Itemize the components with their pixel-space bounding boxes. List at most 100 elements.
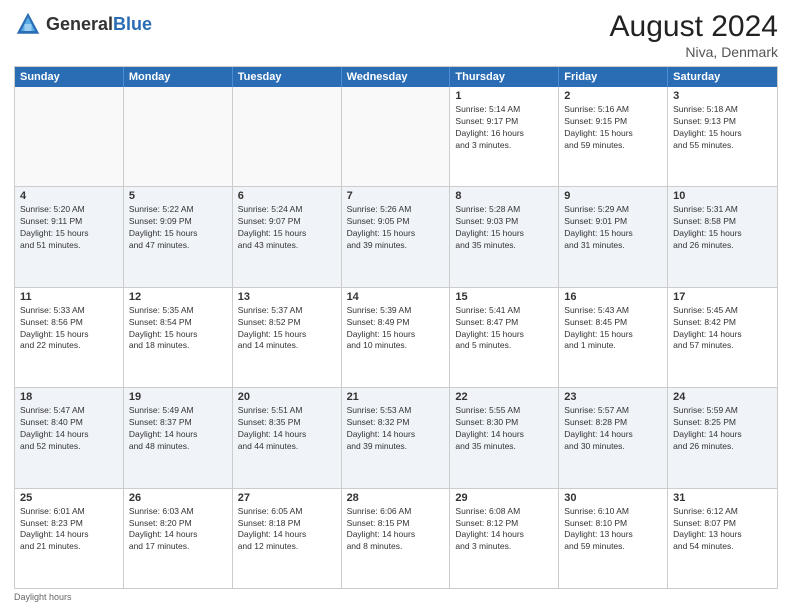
calendar-cell: 8 Sunrise: 5:28 AM Sunset: 9:03 PM Daylig… bbox=[450, 187, 559, 286]
calendar-cell bbox=[342, 87, 451, 186]
day-info: Sunrise: 6:03 AM Sunset: 8:20 PM Dayligh… bbox=[129, 506, 227, 554]
day-info: Sunrise: 5:18 AM Sunset: 9:13 PM Dayligh… bbox=[673, 104, 772, 152]
day-number: 4 bbox=[20, 190, 118, 202]
day-number: 30 bbox=[564, 492, 662, 504]
day-info: Sunrise: 5:43 AM Sunset: 8:45 PM Dayligh… bbox=[564, 305, 662, 353]
day-number: 17 bbox=[673, 291, 772, 303]
day-info: Sunrise: 5:39 AM Sunset: 8:49 PM Dayligh… bbox=[347, 305, 445, 353]
location: Niva, Denmark bbox=[610, 44, 778, 60]
calendar-row: 4 Sunrise: 5:20 AM Sunset: 9:11 PM Daylig… bbox=[15, 187, 777, 287]
day-number: 20 bbox=[238, 391, 336, 403]
day-number: 25 bbox=[20, 492, 118, 504]
day-number: 14 bbox=[347, 291, 445, 303]
day-number: 23 bbox=[564, 391, 662, 403]
day-number: 12 bbox=[129, 291, 227, 303]
calendar-cell: 24Sunrise: 5:59 AM Sunset: 8:25 PM Dayli… bbox=[668, 388, 777, 487]
calendar-cell: 31Sunrise: 6:12 AM Sunset: 8:07 PM Dayli… bbox=[668, 489, 777, 588]
calendar-header: SundayMondayTuesdayWednesdayThursdayFrid… bbox=[15, 67, 777, 87]
calendar-cell: 21 Sunrise: 5:53 AM Sunset: 8:32 PM Dayli… bbox=[342, 388, 451, 487]
calendar-cell: 14 Sunrise: 5:39 AM Sunset: 8:49 PM Dayli… bbox=[342, 288, 451, 387]
day-info: Sunrise: 6:05 AM Sunset: 8:18 PM Dayligh… bbox=[238, 506, 336, 554]
month-year: August 2024 bbox=[610, 10, 778, 44]
calendar-cell: 12 Sunrise: 5:35 AM Sunset: 8:54 PM Dayli… bbox=[124, 288, 233, 387]
calendar-cell: 23Sunrise: 5:57 AM Sunset: 8:28 PM Dayli… bbox=[559, 388, 668, 487]
day-info: Sunrise: 5:31 AM Sunset: 8:58 PM Dayligh… bbox=[673, 204, 772, 252]
day-number: 22 bbox=[455, 391, 553, 403]
day-info: Sunrise: 5:55 AM Sunset: 8:30 PM Dayligh… bbox=[455, 405, 553, 453]
calendar-cell bbox=[233, 87, 342, 186]
title-block: August 2024 Niva, Denmark bbox=[610, 10, 778, 60]
calendar-cell: 28Sunrise: 6:06 AM Sunset: 8:15 PM Dayli… bbox=[342, 489, 451, 588]
day-number: 8 bbox=[455, 190, 553, 202]
calendar-cell: 22 Sunrise: 5:55 AM Sunset: 8:30 PM Dayli… bbox=[450, 388, 559, 487]
calendar-cell bbox=[124, 87, 233, 186]
day-number: 11 bbox=[20, 291, 118, 303]
logo: GeneralBlue bbox=[14, 10, 152, 38]
day-info: Sunrise: 5:45 AM Sunset: 8:42 PM Dayligh… bbox=[673, 305, 772, 353]
day-number: 15 bbox=[455, 291, 553, 303]
day-info: Sunrise: 5:22 AM Sunset: 9:09 PM Dayligh… bbox=[129, 204, 227, 252]
weekday-header-wednesday: Wednesday bbox=[342, 67, 451, 87]
day-number: 1 bbox=[455, 90, 553, 102]
day-info: Sunrise: 6:10 AM Sunset: 8:10 PM Dayligh… bbox=[564, 506, 662, 554]
day-info: Sunrise: 5:24 AM Sunset: 9:07 PM Dayligh… bbox=[238, 204, 336, 252]
calendar-cell: 6 Sunrise: 5:24 AM Sunset: 9:07 PM Daylig… bbox=[233, 187, 342, 286]
calendar-cell: 1 Sunrise: 5:14 AM Sunset: 9:17 PM Daylig… bbox=[450, 87, 559, 186]
day-number: 13 bbox=[238, 291, 336, 303]
calendar-cell: 27 Sunrise: 6:05 AM Sunset: 8:18 PM Dayli… bbox=[233, 489, 342, 588]
day-number: 16 bbox=[564, 291, 662, 303]
day-number: 2 bbox=[564, 90, 662, 102]
calendar-cell: 11 Sunrise: 5:33 AM Sunset: 8:56 PM Dayli… bbox=[15, 288, 124, 387]
logo-general: GeneralBlue bbox=[46, 14, 152, 34]
calendar-cell: 9Sunrise: 5:29 AM Sunset: 9:01 PM Daylig… bbox=[559, 187, 668, 286]
day-info: Sunrise: 6:01 AM Sunset: 8:23 PM Dayligh… bbox=[20, 506, 118, 554]
day-info: Sunrise: 5:35 AM Sunset: 8:54 PM Dayligh… bbox=[129, 305, 227, 353]
calendar: SundayMondayTuesdayWednesdayThursdayFrid… bbox=[14, 66, 778, 589]
day-info: Sunrise: 5:53 AM Sunset: 8:32 PM Dayligh… bbox=[347, 405, 445, 453]
calendar-row: 18Sunrise: 5:47 AM Sunset: 8:40 PM Dayli… bbox=[15, 388, 777, 488]
day-info: Sunrise: 6:06 AM Sunset: 8:15 PM Dayligh… bbox=[347, 506, 445, 554]
day-number: 21 bbox=[347, 391, 445, 403]
day-number: 6 bbox=[238, 190, 336, 202]
day-number: 10 bbox=[673, 190, 772, 202]
day-number: 5 bbox=[129, 190, 227, 202]
logo-icon bbox=[14, 10, 42, 38]
calendar-cell: 3 Sunrise: 5:18 AM Sunset: 9:13 PM Daylig… bbox=[668, 87, 777, 186]
day-info: Sunrise: 5:20 AM Sunset: 9:11 PM Dayligh… bbox=[20, 204, 118, 252]
weekday-header-saturday: Saturday bbox=[668, 67, 777, 87]
day-info: Sunrise: 5:41 AM Sunset: 8:47 PM Dayligh… bbox=[455, 305, 553, 353]
calendar-body: 1 Sunrise: 5:14 AM Sunset: 9:17 PM Daylig… bbox=[15, 87, 777, 588]
calendar-cell: 19 Sunrise: 5:49 AM Sunset: 8:37 PM Dayli… bbox=[124, 388, 233, 487]
day-number: 19 bbox=[129, 391, 227, 403]
day-info: Sunrise: 5:14 AM Sunset: 9:17 PM Dayligh… bbox=[455, 104, 553, 152]
day-info: Sunrise: 5:26 AM Sunset: 9:05 PM Dayligh… bbox=[347, 204, 445, 252]
day-info: Sunrise: 5:49 AM Sunset: 8:37 PM Dayligh… bbox=[129, 405, 227, 453]
weekday-header-thursday: Thursday bbox=[450, 67, 559, 87]
calendar-cell: 16 Sunrise: 5:43 AM Sunset: 8:45 PM Dayli… bbox=[559, 288, 668, 387]
calendar-cell: 20 Sunrise: 5:51 AM Sunset: 8:35 PM Dayli… bbox=[233, 388, 342, 487]
day-info: Sunrise: 5:28 AM Sunset: 9:03 PM Dayligh… bbox=[455, 204, 553, 252]
page: GeneralBlue August 2024 Niva, Denmark Su… bbox=[0, 0, 792, 612]
weekday-header-tuesday: Tuesday bbox=[233, 67, 342, 87]
day-number: 26 bbox=[129, 492, 227, 504]
day-info: Sunrise: 5:51 AM Sunset: 8:35 PM Dayligh… bbox=[238, 405, 336, 453]
calendar-cell: 7Sunrise: 5:26 AM Sunset: 9:05 PM Daylig… bbox=[342, 187, 451, 286]
calendar-cell: 18Sunrise: 5:47 AM Sunset: 8:40 PM Dayli… bbox=[15, 388, 124, 487]
day-number: 3 bbox=[673, 90, 772, 102]
calendar-cell: 25 Sunrise: 6:01 AM Sunset: 8:23 PM Dayli… bbox=[15, 489, 124, 588]
day-info: Sunrise: 5:33 AM Sunset: 8:56 PM Dayligh… bbox=[20, 305, 118, 353]
calendar-cell: 5 Sunrise: 5:22 AM Sunset: 9:09 PM Daylig… bbox=[124, 187, 233, 286]
calendar-cell bbox=[15, 87, 124, 186]
day-number: 27 bbox=[238, 492, 336, 504]
day-number: 9 bbox=[564, 190, 662, 202]
calendar-row: 11 Sunrise: 5:33 AM Sunset: 8:56 PM Dayli… bbox=[15, 288, 777, 388]
day-info: Sunrise: 6:08 AM Sunset: 8:12 PM Dayligh… bbox=[455, 506, 553, 554]
weekday-header-friday: Friday bbox=[559, 67, 668, 87]
calendar-cell: 10 Sunrise: 5:31 AM Sunset: 8:58 PM Dayli… bbox=[668, 187, 777, 286]
calendar-row: 1 Sunrise: 5:14 AM Sunset: 9:17 PM Daylig… bbox=[15, 87, 777, 187]
calendar-cell: 26 Sunrise: 6:03 AM Sunset: 8:20 PM Dayli… bbox=[124, 489, 233, 588]
calendar-cell: 30 Sunrise: 6:10 AM Sunset: 8:10 PM Dayli… bbox=[559, 489, 668, 588]
day-number: 24 bbox=[673, 391, 772, 403]
weekday-header-monday: Monday bbox=[124, 67, 233, 87]
calendar-cell: 29Sunrise: 6:08 AM Sunset: 8:12 PM Dayli… bbox=[450, 489, 559, 588]
